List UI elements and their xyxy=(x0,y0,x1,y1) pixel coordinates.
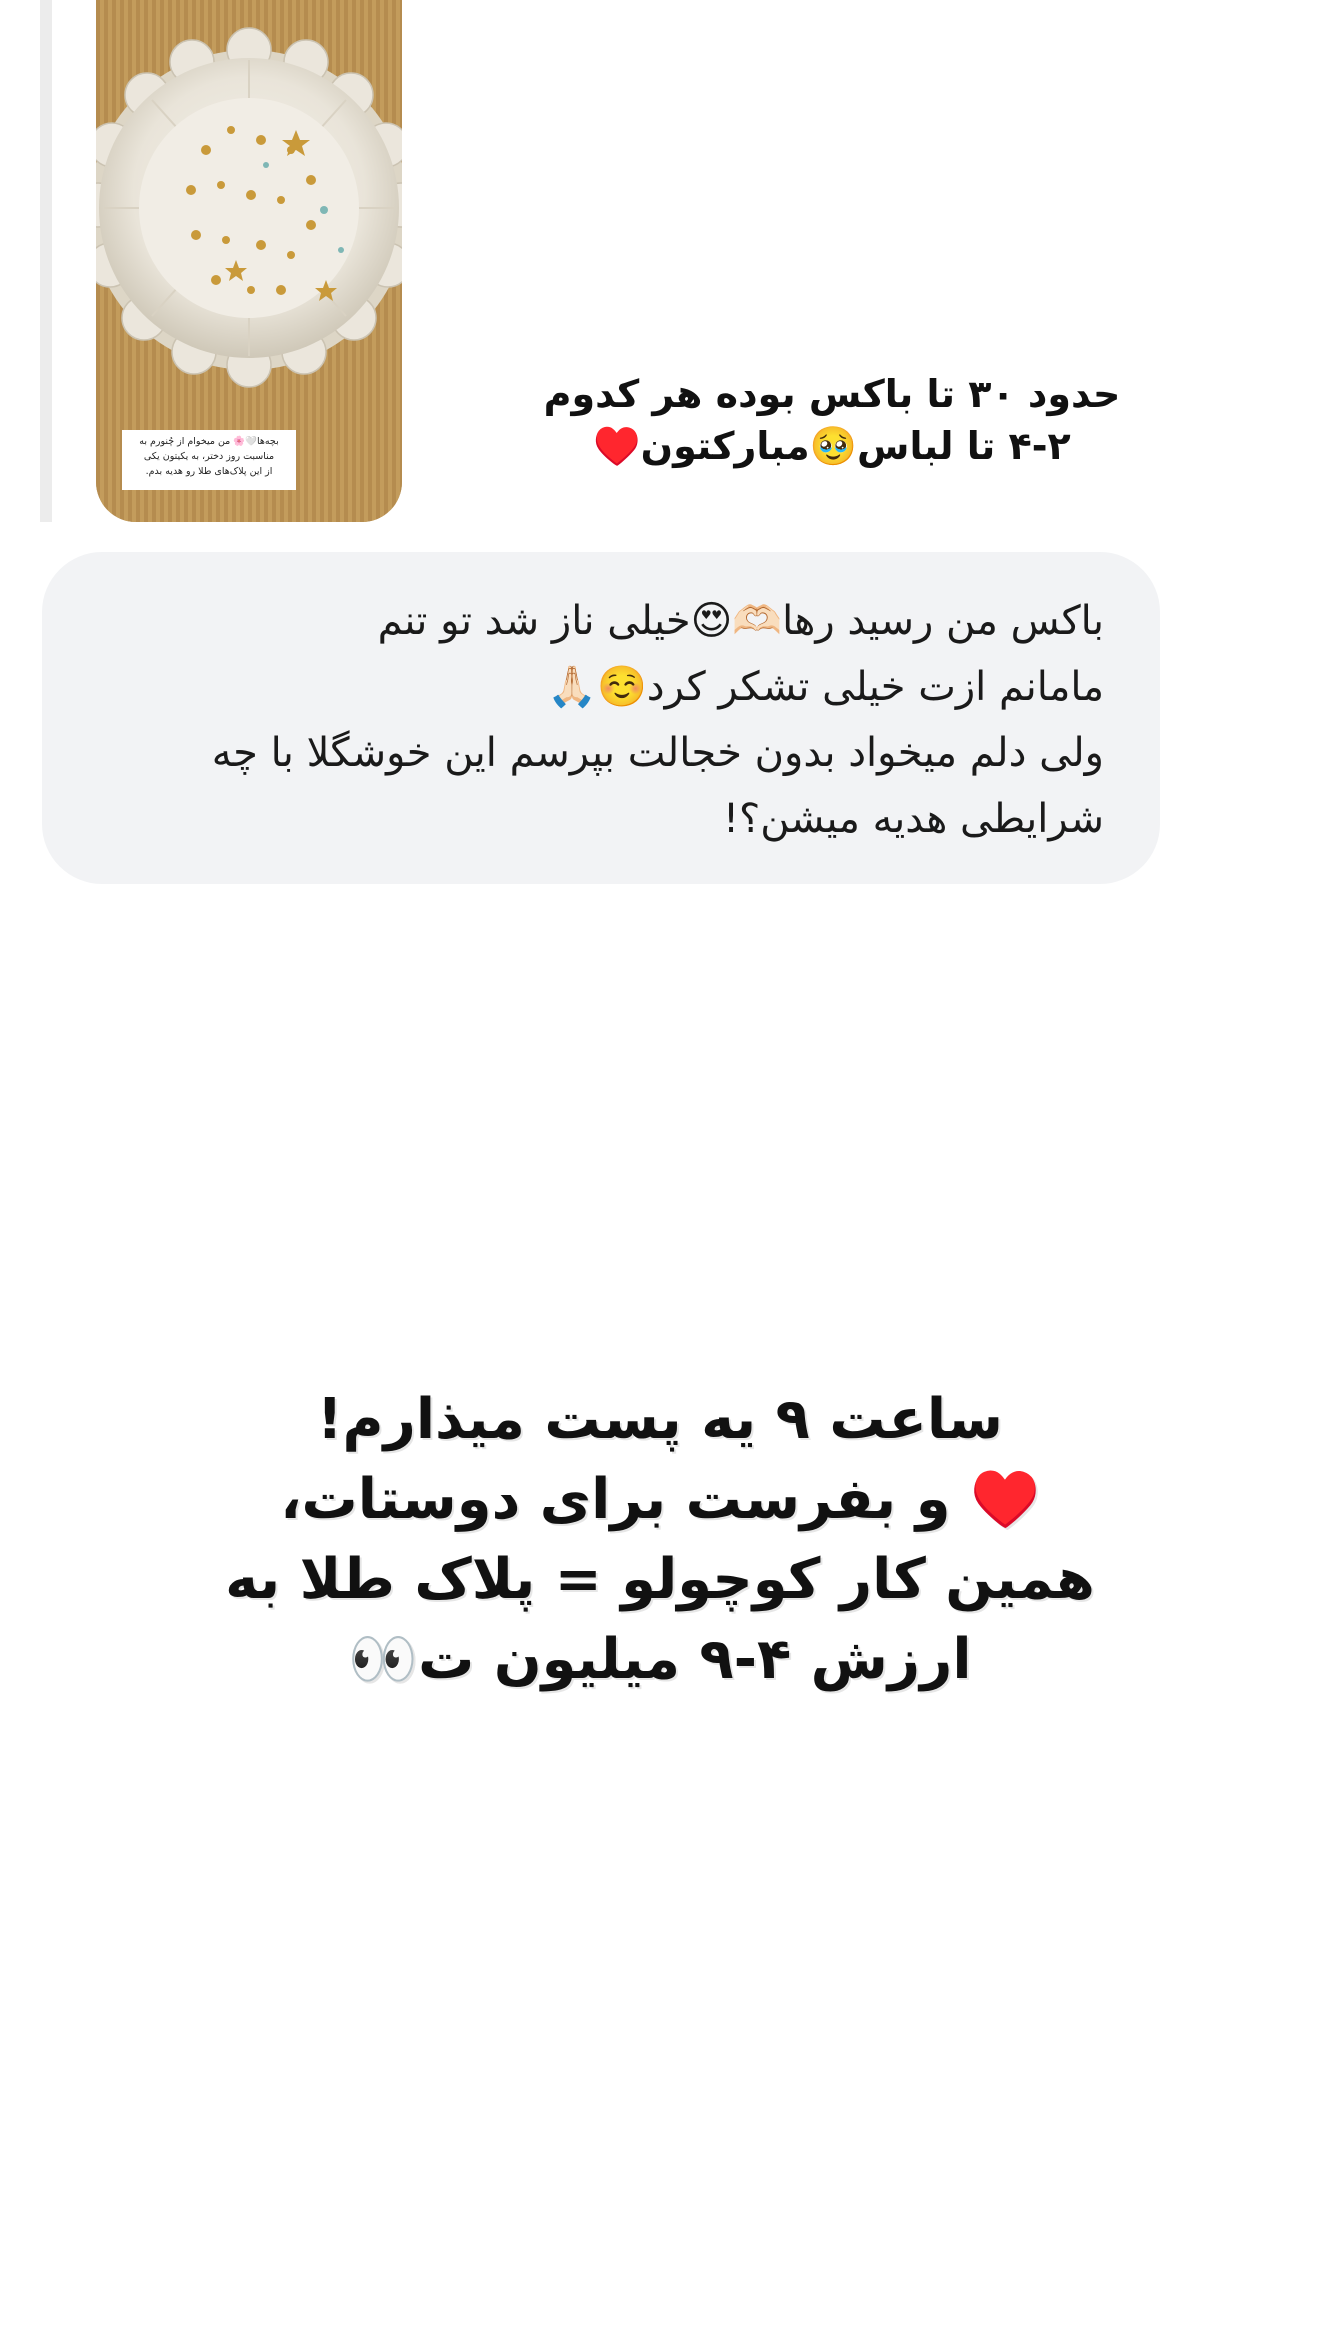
story-caption: بچه‌ها🤍🌸 من میخوام از چُنورم به مناسبت ر… xyxy=(122,430,296,490)
reply-message-text: باکس من رسید رها🫶🏻😍خیلی ناز شد تو تنم ما… xyxy=(211,598,1104,842)
announcement-text: ساعت ۹ یه پست میذارم! ♥️ و بفرست برای دو… xyxy=(225,1387,1095,1692)
quote-bar xyxy=(40,0,52,522)
story-thumbnail[interactable]: بچه‌ها🤍🌸 من میخوام از چُنورم به مناسبت ر… xyxy=(96,0,402,522)
story-overlay-text: حدود ۳۰ تا باکس بوده هر کدوم ۴-۲ تا لباس… xyxy=(543,372,1121,468)
reply-message-bubble[interactable]: باکس من رسید رها🫶🏻😍خیلی ناز شد تو تنم ما… xyxy=(42,552,1160,884)
